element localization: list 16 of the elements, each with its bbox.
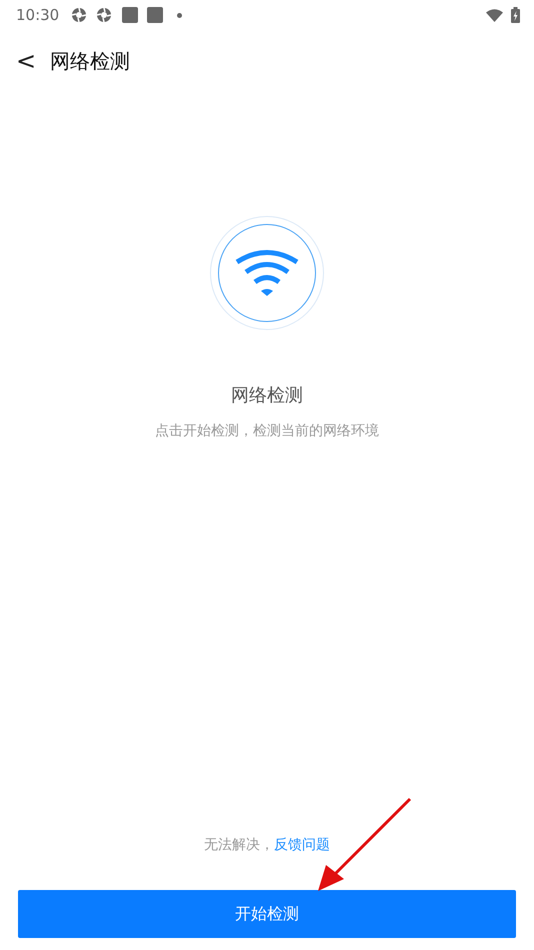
- wifi-signal-icon: [486, 8, 503, 22]
- back-button[interactable]: <: [14, 49, 46, 73]
- page-title: 网络检测: [50, 48, 130, 75]
- aperture-icon: [96, 7, 112, 23]
- app-notification-icon: [147, 7, 164, 23]
- feedback-prompt: 无法解决，: [204, 837, 274, 853]
- section-title: 网络检测: [230, 384, 304, 408]
- app-notification-icon: [122, 7, 138, 23]
- start-detection-button[interactable]: 开始检测: [18, 890, 516, 938]
- wifi-icon: [234, 249, 300, 297]
- status-time: 10:30: [16, 4, 60, 26]
- dot-icon: [177, 12, 182, 18]
- feedback-link[interactable]: 反馈问题: [274, 837, 330, 853]
- aperture-icon: [71, 7, 88, 23]
- description-text: 点击开始检测，检测当前的网络环境: [154, 422, 380, 441]
- battery-icon: [511, 7, 520, 23]
